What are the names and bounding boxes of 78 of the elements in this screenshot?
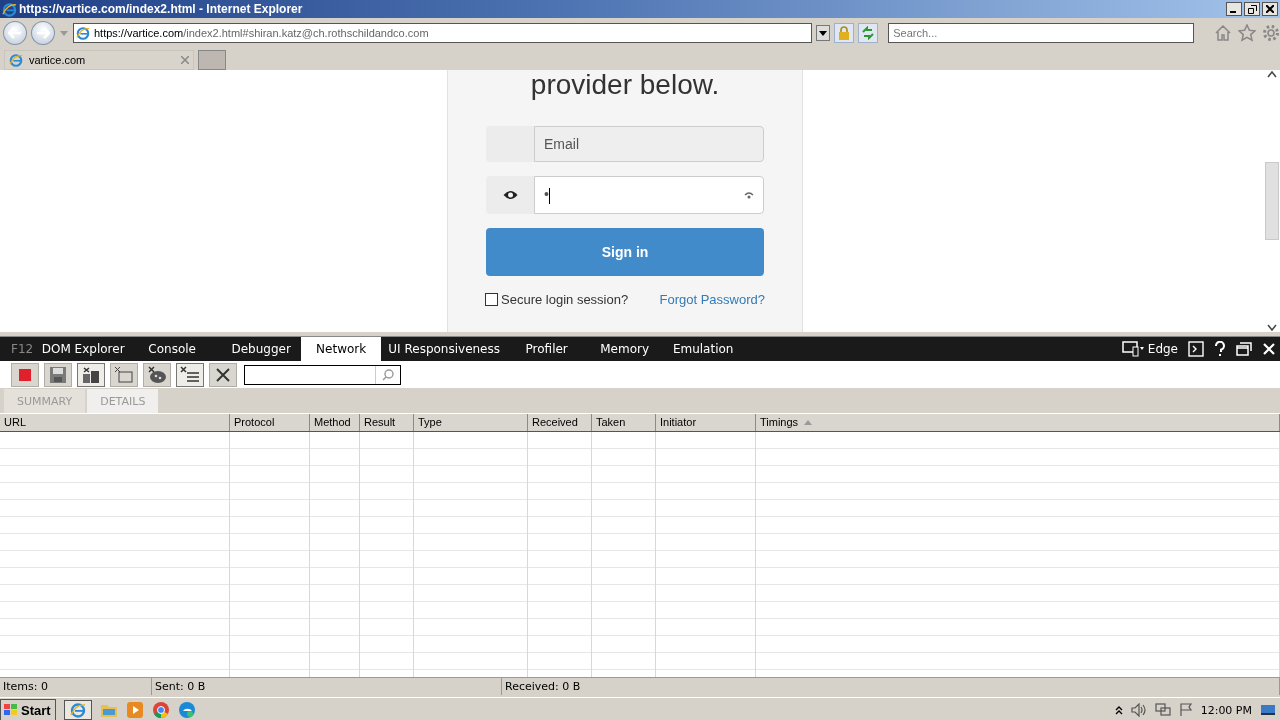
devtools-tab[interactable]: DOM Explorer bbox=[43, 337, 124, 361]
window-clear-icon bbox=[114, 365, 134, 384]
site-icon bbox=[9, 53, 23, 67]
close-button[interactable] bbox=[1262, 2, 1278, 16]
status-text: Sent: 0 B bbox=[152, 678, 502, 695]
toolbar-button[interactable] bbox=[143, 362, 171, 387]
devices-icon bbox=[1121, 341, 1144, 357]
sign-in-button[interactable]: Sign in bbox=[486, 228, 764, 276]
save-icon bbox=[49, 365, 67, 384]
browser-tab[interactable]: vartice.com bbox=[4, 50, 194, 70]
cookie-icon bbox=[147, 365, 167, 384]
taskbar-browser-button[interactable] bbox=[63, 700, 92, 720]
minimize-button[interactable] bbox=[1226, 2, 1242, 16]
browser-icon bbox=[2, 1, 17, 17]
restore-button[interactable] bbox=[1244, 2, 1260, 16]
checkbox[interactable] bbox=[485, 293, 498, 306]
input-addon bbox=[486, 126, 534, 162]
forward-button[interactable] bbox=[31, 21, 55, 45]
devtools-label: F12 bbox=[10, 342, 35, 356]
heading: provider below. bbox=[530, 70, 720, 102]
forgot-password-link[interactable]: Forgot Password? bbox=[659, 292, 765, 307]
password-field[interactable]: • bbox=[534, 176, 764, 214]
server-icon bbox=[81, 365, 101, 384]
back-arrow-icon bbox=[8, 27, 22, 39]
star-icon[interactable] bbox=[1238, 24, 1256, 42]
sort-arrow-icon bbox=[804, 420, 813, 425]
clear-icon bbox=[215, 366, 231, 383]
show-desktop-icon[interactable] bbox=[1260, 703, 1276, 717]
toolbar-button[interactable] bbox=[44, 362, 72, 387]
lock-icon bbox=[838, 26, 851, 40]
eye-icon[interactable] bbox=[502, 189, 518, 201]
devtools-tab[interactable]: UI Responsiveness bbox=[381, 337, 508, 361]
status-text: Items: 0 bbox=[0, 678, 152, 695]
stop-icon bbox=[18, 367, 32, 382]
network-icon[interactable] bbox=[1154, 703, 1171, 717]
status-text: Received: 0 B bbox=[502, 678, 1280, 695]
devtools-tab[interactable]: Debugger bbox=[221, 337, 302, 361]
scrollbar[interactable] bbox=[1264, 70, 1280, 332]
start-button[interactable]: Start bbox=[0, 699, 56, 720]
devtools-tab[interactable]: Network bbox=[301, 337, 382, 361]
devtools-tab[interactable]: Console bbox=[123, 337, 222, 361]
devtools-tab[interactable]: Emulation bbox=[663, 337, 744, 361]
site-icon bbox=[75, 26, 90, 40]
checkbox-label: Secure login session? bbox=[501, 292, 629, 307]
restore-icon bbox=[1247, 4, 1257, 14]
edge-icon[interactable] bbox=[177, 701, 196, 719]
back-button[interactable] bbox=[3, 21, 27, 45]
media-player-icon[interactable] bbox=[125, 701, 144, 719]
flag-icon[interactable] bbox=[1178, 703, 1193, 717]
speaker-icon[interactable] bbox=[1130, 703, 1147, 717]
clock: 12:00 PM bbox=[1200, 703, 1252, 717]
dropdown-button[interactable] bbox=[816, 25, 831, 41]
caret-icon bbox=[819, 30, 828, 36]
emulation-dropdown[interactable]: Edge bbox=[1121, 341, 1178, 357]
refresh-button[interactable] bbox=[858, 23, 879, 43]
devtools-tab[interactable]: Memory bbox=[586, 337, 664, 361]
search-field[interactable]: Search... bbox=[888, 23, 1194, 43]
devtools-tab[interactable]: Profiler bbox=[507, 337, 587, 361]
forward-arrow-icon bbox=[35, 27, 50, 39]
toolbar-button[interactable] bbox=[77, 362, 105, 387]
help-icon[interactable] bbox=[1214, 341, 1226, 357]
close-icon bbox=[1266, 5, 1274, 13]
toolbar-button[interactable] bbox=[209, 362, 237, 387]
undock-icon[interactable] bbox=[1236, 342, 1252, 356]
list-icon bbox=[180, 365, 200, 384]
wifi-icon bbox=[744, 191, 754, 199]
toolbar-button[interactable] bbox=[176, 362, 204, 387]
chevron-up-icon[interactable] bbox=[1114, 705, 1123, 715]
filter-field[interactable] bbox=[244, 364, 401, 385]
windows-logo-icon bbox=[3, 703, 19, 717]
address-field[interactable]: https://vartice.com/index2.html#shiran.katz@ch.rothschildandco.com bbox=[72, 23, 813, 43]
window-title: https://vartice.com/index2.html - Internet Explorer bbox=[19, 2, 304, 16]
browser-icon bbox=[69, 702, 86, 718]
refresh-icon bbox=[861, 26, 876, 40]
console-icon[interactable] bbox=[1188, 341, 1204, 357]
email-field[interactable]: Email bbox=[534, 126, 764, 162]
search-icon bbox=[382, 368, 394, 381]
chrome-icon[interactable] bbox=[151, 701, 170, 719]
